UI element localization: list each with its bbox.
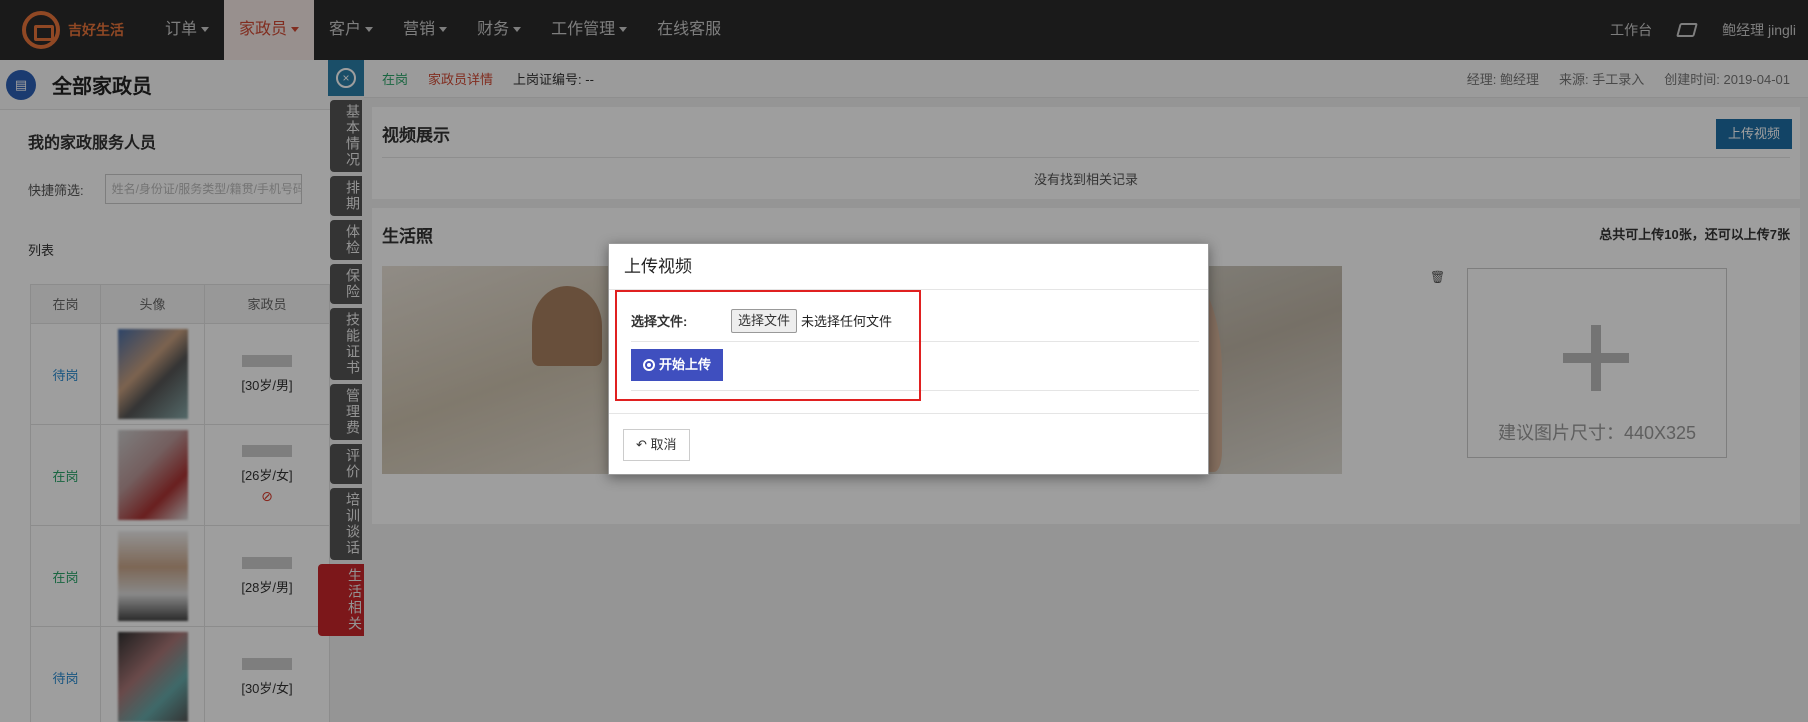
cancel-button[interactable]: ↶ 取消 bbox=[623, 429, 690, 461]
modal-title: 上传视频 bbox=[609, 244, 1208, 290]
undo-icon: ↶ bbox=[636, 437, 647, 452]
highlight-box bbox=[615, 290, 921, 401]
upload-video-modal: 上传视频 选择文件: 选择文件 未选择任何文件 开始上传 ↶ 取消 bbox=[608, 243, 1209, 475]
cancel-label: 取消 bbox=[650, 437, 677, 452]
